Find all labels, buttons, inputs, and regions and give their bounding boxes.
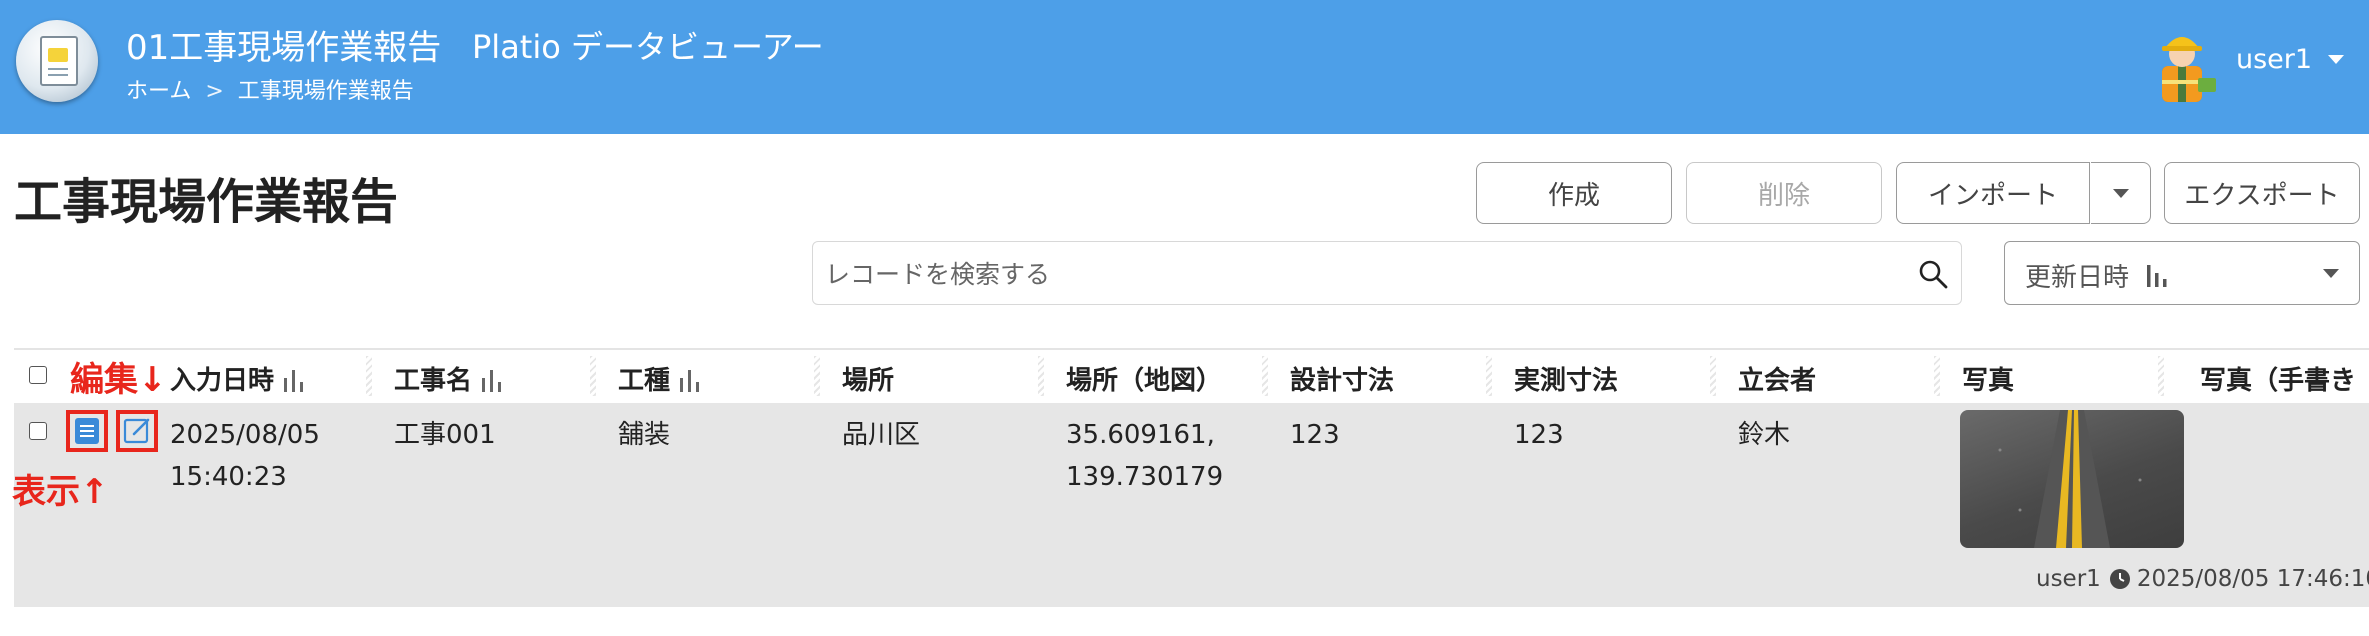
worker-avatar-icon[interactable] [2148, 22, 2220, 104]
app-report-icon[interactable] [16, 20, 98, 102]
column-header-measured-size[interactable]: 実測寸法 [1514, 360, 1618, 397]
sort-select[interactable]: 更新日時 [2004, 241, 2360, 305]
column-header-entry-date[interactable]: 入力日時 [170, 360, 306, 397]
chevron-down-icon[interactable] [2328, 55, 2344, 64]
sort-bars-icon [2147, 265, 2167, 287]
column-header-photo[interactable]: 写真 [1962, 360, 2014, 397]
app-subtitle: Platio データビューアー [472, 28, 824, 66]
table-divider [14, 348, 2369, 350]
column-resizer[interactable] [1038, 356, 1044, 396]
column-header-photo-handwritten[interactable]: 写真（手書き [2200, 360, 2356, 397]
column-resizer[interactable] [366, 356, 372, 396]
app-title: 01工事現場作業報告 [126, 28, 442, 68]
annotation-view: 表示↑ [12, 472, 109, 512]
select-all-checkbox[interactable] [29, 366, 47, 384]
column-resizer[interactable] [1486, 356, 1492, 396]
cell-location: 品川区 [842, 420, 921, 450]
cell-entry-datetime: 2025/08/05 15:40:23 [170, 420, 320, 492]
breadcrumb: ホーム > 工事現場作業報告 [126, 73, 414, 105]
delete-button[interactable]: 削除 [1686, 162, 1882, 224]
import-button[interactable]: インポート [1896, 162, 2090, 224]
page-title: 工事現場作業報告 [14, 174, 399, 230]
breadcrumb-home[interactable]: ホーム [126, 73, 191, 105]
column-header-work-type[interactable]: 工種 [618, 360, 702, 397]
record-updated-info: user1 2025/08/05 17:46:10 [2036, 566, 2369, 592]
view-record-icon [75, 418, 99, 444]
updated-at: 2025/08/05 17:46:10 [2136, 566, 2369, 592]
column-resizer[interactable] [590, 356, 596, 396]
column-resizer[interactable] [1710, 356, 1716, 396]
search-box [812, 241, 1962, 305]
sort-selected-label: 更新日時 [2025, 263, 2130, 293]
column-resizer[interactable] [2158, 356, 2164, 396]
column-resizer[interactable] [1262, 356, 1268, 396]
column-resizer[interactable] [1934, 356, 1940, 396]
edit-record-icon [123, 418, 150, 444]
chevron-down-icon [2112, 188, 2129, 198]
column-header-design-size[interactable]: 設計寸法 [1290, 360, 1394, 397]
import-options-button[interactable] [2091, 162, 2151, 224]
app-header: 01工事現場作業報告 Platio データビューアー ホーム > 工事現場作業報告 … [0, 0, 2369, 134]
view-record-button[interactable] [66, 410, 108, 452]
cell-witness: 鈴木 [1738, 420, 1791, 450]
cell-work-type: 舗装 [618, 420, 671, 450]
column-header-witness[interactable]: 立会者 [1738, 360, 1816, 397]
annotation-edit: 編集↓ [70, 360, 167, 400]
column-header-location[interactable]: 場所 [842, 360, 894, 397]
photo-thumbnail[interactable] [1960, 410, 2184, 548]
row-checkbox[interactable] [29, 422, 47, 440]
cell-design-size: 123 [1290, 420, 1340, 450]
edit-record-button[interactable] [116, 410, 158, 452]
updated-by: user1 [2036, 566, 2101, 592]
cell-project-name: 工事001 [394, 420, 496, 450]
column-header-project-name[interactable]: 工事名 [394, 360, 504, 397]
search-input[interactable] [823, 252, 1887, 296]
export-button[interactable]: エクスポート [2164, 162, 2360, 224]
column-header-location-map[interactable]: 場所（地図） [1066, 360, 1222, 397]
road-photo-image [1998, 410, 2142, 548]
user-menu[interactable]: user1 [2236, 44, 2312, 75]
clock-icon [2109, 569, 2130, 589]
search-icon[interactable] [1917, 258, 1949, 290]
create-button[interactable]: 作成 [1476, 162, 1672, 224]
cell-location-map[interactable]: 35.609161, 139.730179 [1066, 414, 1223, 498]
sort-bars-icon [284, 370, 304, 392]
breadcrumb-current: 工事現場作業報告 [237, 79, 414, 104]
cell-measured-size: 123 [1514, 420, 1564, 450]
column-resizer[interactable] [814, 356, 820, 396]
chevron-down-icon [2323, 269, 2339, 278]
breadcrumb-separator: > [205, 79, 224, 104]
sort-bars-icon [482, 370, 502, 392]
sort-bars-icon [680, 370, 700, 392]
